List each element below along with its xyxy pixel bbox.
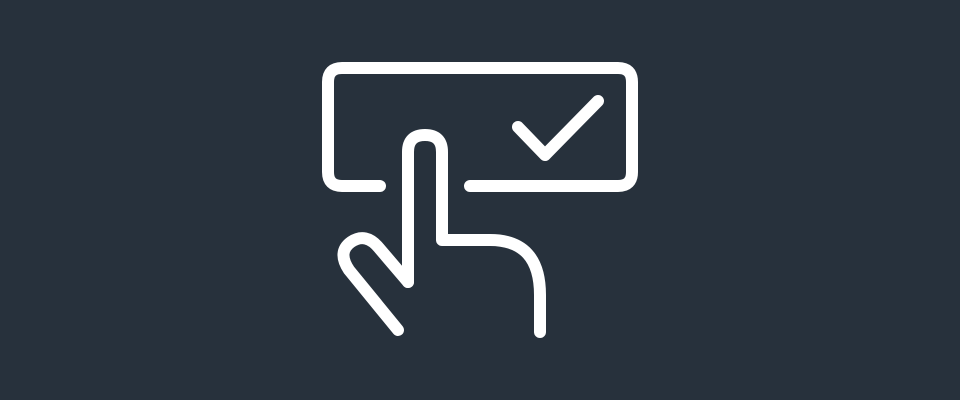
tap-to-confirm-illustration (0, 0, 960, 400)
hero-banner (0, 0, 960, 400)
background-panel (0, 0, 960, 400)
